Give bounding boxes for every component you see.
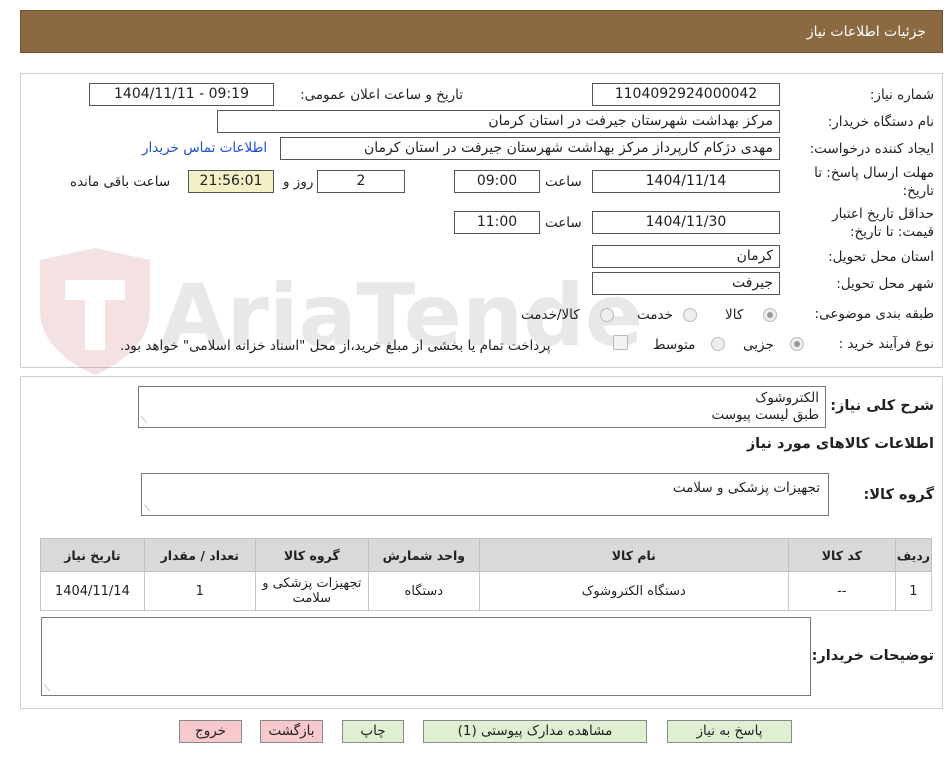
buyer-notes-label: توضیحات خریدار: [811, 648, 934, 664]
cell-row: 1 [894, 571, 933, 611]
buyer-org-label: نام دستگاه خریدار: [827, 114, 934, 130]
validity-time-label: ساعت [545, 215, 582, 231]
summary-label: شرح کلی نیاز: [830, 398, 934, 414]
requester-label: ایجاد کننده درخواست: [809, 141, 934, 157]
page-title: جزئیات اطلاعات نیاز [806, 24, 926, 40]
province-label: استان محل تحویل: [828, 249, 934, 265]
cell-date: 1404/11/14 [40, 571, 145, 611]
process-option-minor: جزیی [743, 337, 774, 353]
category-option-goods-service: کالا/خدمت [521, 307, 580, 323]
deadline-date-field: 1404/11/14 [592, 170, 780, 193]
resize-grip-icon[interactable]: ⟋ [144, 505, 150, 514]
need-number-label: شماره نیاز: [869, 87, 934, 103]
col-code: کد کالا [787, 538, 896, 572]
print-button[interactable]: چاپ [342, 720, 404, 743]
city-field: جیرفت [592, 272, 780, 295]
col-unit: واحد شمارش [367, 538, 480, 572]
goods-table: ردیف کد کالا نام کالا واحد شمارش گروه کا… [40, 538, 933, 611]
cell-qty: 1 [143, 571, 256, 611]
shield-logo-icon [40, 248, 150, 375]
summary-line-1: الکتروشوک [755, 390, 819, 406]
province-field: کرمان [592, 245, 780, 268]
goods-group-value: تجهیزات پزشکی و سلامت [672, 480, 820, 496]
deadline-time-label: ساعت [545, 174, 582, 190]
city-label: شهر محل تحویل: [836, 276, 934, 292]
buyer-org-field: مرکز بهداشت شهرستان جیرفت در استان کرمان [217, 110, 780, 133]
goods-group-label: گروه کالا: [863, 487, 934, 503]
goods-group-textarea[interactable]: تجهیزات پزشکی و سلامت ⟋ [141, 473, 829, 516]
announce-datetime-label: تاریخ و ساعت اعلان عمومی: [300, 87, 463, 103]
process-option-medium: متوسط [653, 337, 696, 353]
cell-unit: دستگاه [367, 571, 480, 611]
buyer-notes-textarea[interactable]: ⟋ [41, 617, 811, 696]
category-radio-goods-service[interactable] [600, 308, 614, 322]
validity-label-line2: قیمت: تا تاریخ: [850, 224, 934, 240]
validity-label-line1: حداقل تاریخ اعتبار [832, 206, 934, 222]
category-label: طبقه بندی موضوعی: [814, 306, 934, 322]
goods-info-title: اطلاعات کالاهای مورد نیاز [746, 436, 934, 452]
deadline-label-line2: تاریخ: [902, 183, 934, 199]
col-name: نام کالا [478, 538, 789, 572]
validity-time-field: 11:00 [454, 211, 540, 234]
view-attachments-button[interactable]: مشاهده مدارک پیوستی (1) [423, 720, 647, 743]
col-group: گروه کالا [254, 538, 369, 572]
col-date: تاریخ نیاز [40, 538, 145, 572]
process-type-label: نوع فرآیند خرید : [838, 336, 934, 352]
deadline-time-field: 09:00 [454, 170, 540, 193]
announce-datetime-field: 1404/11/11 - 09:19 [89, 83, 274, 106]
remaining-time-label: ساعت باقی مانده [70, 174, 171, 190]
validity-date-field: 1404/11/30 [592, 211, 780, 234]
summary-textarea[interactable]: الکتروشوک طبق لیست پیوست ⟋ [138, 386, 826, 428]
col-row: ردیف [894, 538, 933, 572]
process-radio-minor[interactable] [790, 337, 804, 351]
col-qty: تعداد / مقدار [143, 538, 256, 572]
process-radio-medium[interactable] [711, 337, 725, 351]
summary-line-2: طبق لیست پیوست [711, 407, 819, 423]
buyer-contact-link[interactable]: اطلاعات تماس خریدار [142, 140, 267, 156]
treasury-checkbox[interactable] [613, 335, 628, 350]
treasury-note: پرداخت تمام یا بخشی از مبلغ خرید،از محل … [120, 338, 551, 354]
deadline-label-line1: مهلت ارسال پاسخ: تا [814, 165, 934, 181]
category-option-goods: کالا [725, 307, 744, 323]
cell-code: -- [787, 571, 896, 611]
category-radio-service[interactable] [683, 308, 697, 322]
resize-grip-icon[interactable]: ⟋ [44, 685, 50, 694]
days-label: روز و [283, 174, 314, 190]
resize-grip-icon[interactable]: ⟋ [141, 417, 147, 426]
category-radio-goods[interactable] [763, 308, 777, 322]
table-row: 1 -- دستگاه الکتروشوک دستگاه تجهیزات پزش… [40, 571, 933, 611]
category-option-service: خدمت [637, 307, 673, 323]
remaining-time-field: 21:56:01 [188, 170, 274, 193]
goods-table-header: ردیف کد کالا نام کالا واحد شمارش گروه کا… [40, 538, 933, 572]
page-header: جزئیات اطلاعات نیاز [20, 10, 943, 53]
exit-button[interactable]: خروج [179, 720, 242, 743]
cell-group: تجهیزات پزشکی و سلامت [254, 571, 369, 611]
requester-field: مهدی دژکام کارپرداز مرکز بهداشت شهرستان … [280, 137, 780, 160]
days-remaining-field: 2 [317, 170, 405, 193]
back-button[interactable]: بازگشت [260, 720, 323, 743]
cell-name: دستگاه الکتروشوک [478, 571, 789, 611]
reply-button[interactable]: پاسخ به نیاز [667, 720, 792, 743]
need-number-field: 1104092924000042 [592, 83, 780, 106]
